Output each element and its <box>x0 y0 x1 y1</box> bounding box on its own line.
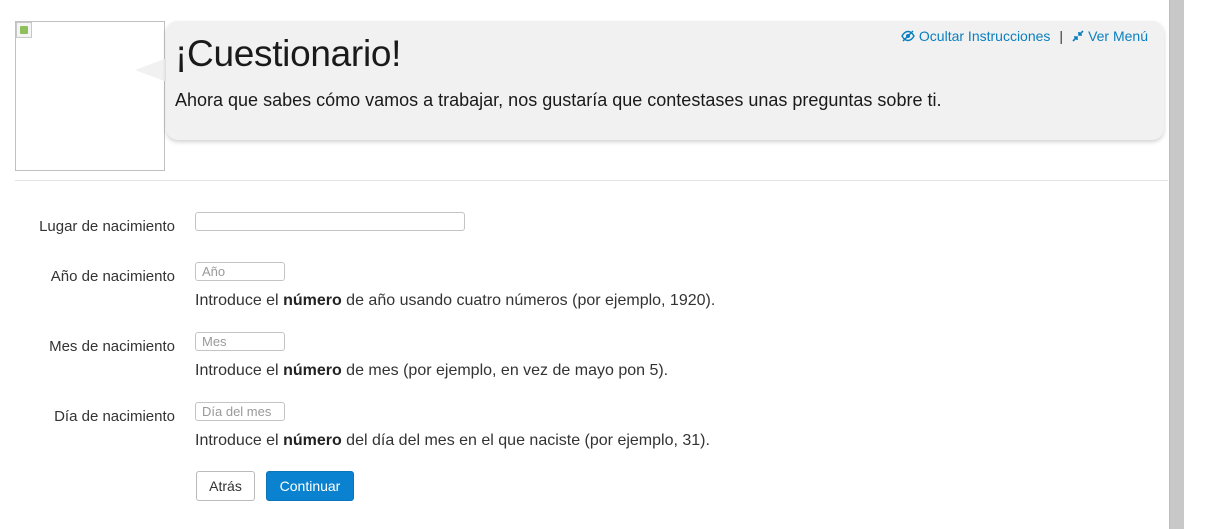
birth-month-help: Introduce el número de mes (por ejemplo,… <box>195 362 668 380</box>
header-links: Ocultar Instrucciones | Ver Menú <box>901 28 1148 44</box>
help-text-after: del día del mes en el que naciste (por e… <box>341 432 710 449</box>
show-menu-link[interactable]: Ver Menú <box>1072 28 1148 44</box>
help-text-before: Introduce el <box>195 362 284 379</box>
birth-year-help: Introduce el número de año usando cuatro… <box>195 292 715 310</box>
compress-arrows-icon <box>1072 30 1084 42</box>
show-menu-label: Ver Menú <box>1088 28 1148 44</box>
avatar-image <box>15 21 165 171</box>
instructions-bubble: ¡Cuestionario! Ahora que sabes cómo vamo… <box>166 21 1164 140</box>
help-text-bold: número <box>283 432 342 449</box>
birth-month-label: Mes de nacimiento <box>49 338 175 355</box>
birth-year-input[interactable] <box>195 262 285 281</box>
broken-image-icon <box>16 22 32 38</box>
hide-instructions-link[interactable]: Ocultar Instrucciones <box>901 28 1051 44</box>
birth-day-input[interactable] <box>195 402 285 421</box>
help-text-bold: número <box>283 292 342 309</box>
birth-year-label: Año de nacimiento <box>50 268 175 285</box>
help-text-before: Introduce el <box>195 292 284 309</box>
link-separator: | <box>1059 28 1064 44</box>
birth-month-input[interactable] <box>195 332 285 351</box>
page-title: ¡Cuestionario! <box>175 33 402 74</box>
section-divider <box>15 180 1168 181</box>
help-text-bold: número <box>283 362 342 379</box>
birth-day-label: Día de nacimiento <box>54 408 175 425</box>
speech-bubble-tail <box>135 58 167 82</box>
hide-instructions-label: Ocultar Instrucciones <box>918 28 1051 44</box>
birth-day-help: Introduce el número del día del mes en e… <box>195 432 710 450</box>
continue-button[interactable]: Continuar <box>266 471 354 501</box>
birthplace-input[interactable] <box>195 212 465 231</box>
birthplace-label: Lugar de nacimiento <box>39 218 175 235</box>
eye-slash-icon <box>901 30 915 42</box>
help-text-after: de mes (por ejemplo, en vez de mayo pon … <box>341 362 669 379</box>
help-text-before: Introduce el <box>195 432 284 449</box>
help-text-after: de año usando cuatro números (por ejempl… <box>341 292 716 309</box>
intro-text: Ahora que sabes cómo vamos a trabajar, n… <box>175 90 942 110</box>
back-button[interactable]: Atrás <box>196 471 255 501</box>
vertical-scrollbar[interactable] <box>1169 0 1184 529</box>
